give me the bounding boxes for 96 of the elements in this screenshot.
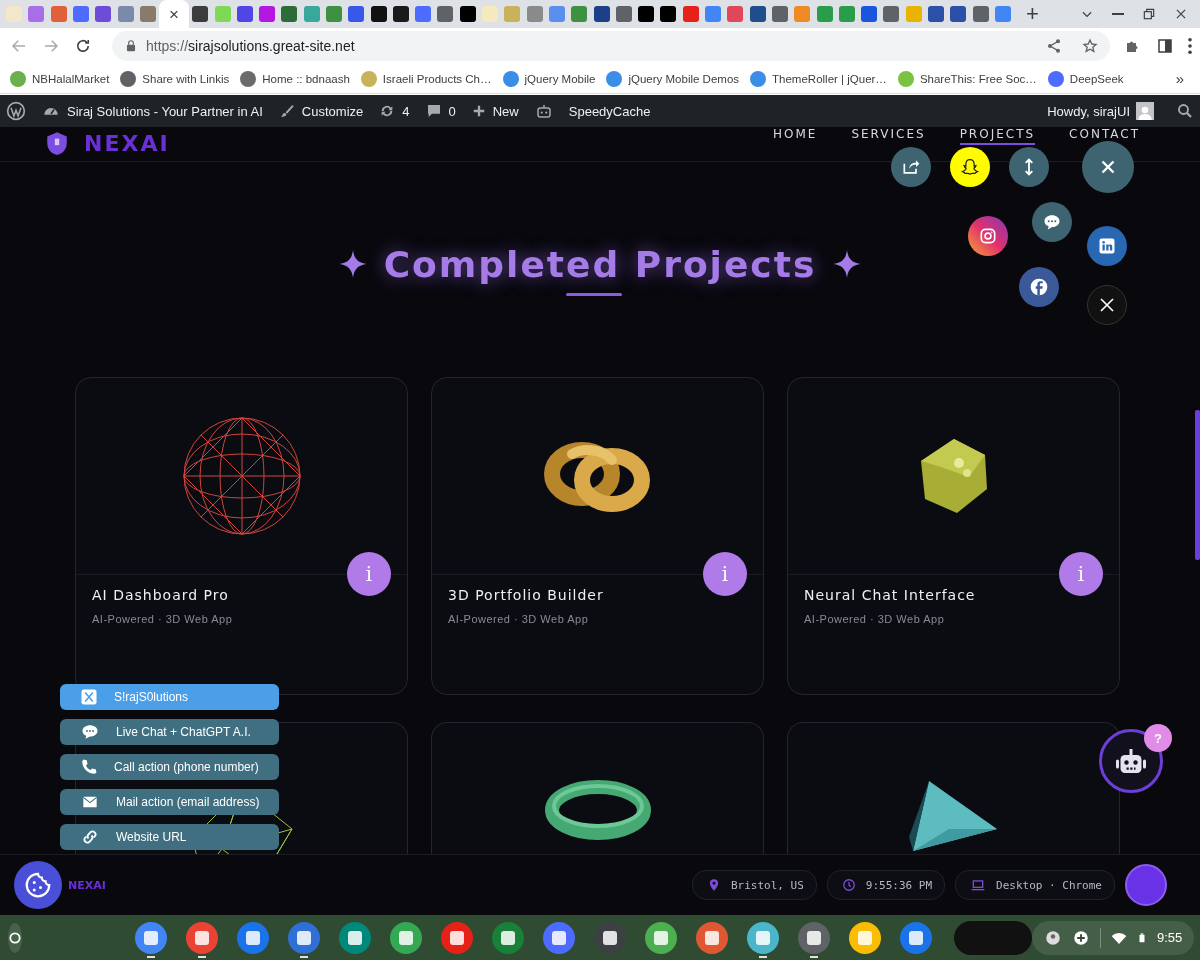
- project-tags: AI-Powered · 3D Web App: [448, 613, 747, 625]
- in-logo-icon: [1098, 237, 1116, 255]
- new-content-link[interactable]: New: [471, 103, 519, 119]
- cookie-button[interactable]: [14, 861, 62, 909]
- project-tags: AI-Powered · 3D Web App: [92, 613, 391, 625]
- project-title: AI Dashboard Pro: [92, 587, 230, 603]
- bookmark[interactable]: Share with Linkis: [120, 70, 230, 87]
- social-button[interactable]: [968, 216, 1008, 256]
- laptop-icon: [970, 878, 987, 892]
- contact-button[interactable]: Mail action (email address): [60, 789, 279, 815]
- wordpress-logo-icon: [6, 101, 26, 121]
- phone-icon: [80, 758, 98, 776]
- minimize-icon: [1112, 13, 1124, 15]
- share-icon: [1046, 38, 1062, 54]
- social-button[interactable]: [1087, 226, 1127, 266]
- star-icon: [1082, 38, 1098, 54]
- social-button[interactable]: [1032, 202, 1072, 242]
- project-title: Neural Chat Interface: [804, 587, 977, 603]
- more-vertical-icon: [1188, 37, 1192, 55]
- footer-logo: NEXAI: [68, 878, 106, 892]
- plus-icon: [471, 104, 486, 118]
- bookmark[interactable]: NBHalalMarket: [10, 70, 110, 87]
- nav-link[interactable]: CONTACT: [1069, 127, 1140, 145]
- scrollbar-thumb[interactable]: [1195, 410, 1200, 560]
- clock-time: 9:55: [1157, 930, 1183, 945]
- contact-button[interactable]: Website URL: [60, 824, 279, 850]
- account-link[interactable]: Howdy, sirajUI: [1047, 103, 1130, 119]
- project-card[interactable]: [787, 722, 1120, 854]
- social-button[interactable]: [891, 147, 931, 187]
- social-button[interactable]: [1087, 285, 1127, 325]
- nav-link[interactable]: SERVICES: [851, 127, 926, 145]
- bookmark[interactable]: Home :: bdnaash: [240, 70, 350, 87]
- cookie-icon: [23, 870, 53, 900]
- clock-icon: [841, 878, 856, 892]
- location-text: Bristol, US: [730, 878, 804, 892]
- avatar-icon: [1044, 928, 1062, 947]
- updates-link[interactable]: 4: [379, 103, 410, 119]
- url-text: https://sirajsolutions.great-site.net: [146, 38, 355, 54]
- forward-arrow-icon: [42, 37, 60, 55]
- customize-link[interactable]: Customize: [278, 103, 364, 119]
- new-tab-button[interactable]: +: [1018, 3, 1047, 25]
- reload-icon: [74, 37, 92, 55]
- add-circle-icon: [1072, 928, 1090, 947]
- more-bookmarks-button[interactable]: »: [1169, 69, 1190, 88]
- robot-icon: [534, 102, 553, 120]
- camera-icon: [978, 226, 998, 246]
- restore-icon: [1142, 7, 1156, 21]
- cache-plugin-link[interactable]: SpeedyCache: [568, 103, 651, 119]
- site-name-link[interactable]: Siraj Solutions - Your Partner in AI: [42, 102, 263, 120]
- nav-link[interactable]: HOME: [773, 127, 818, 145]
- bookmark[interactable]: ShareThis: Free Soc…: [897, 70, 1037, 87]
- device-text: Desktop · Chrome: [996, 878, 1102, 892]
- close-icon: [1174, 7, 1188, 21]
- bookmark[interactable]: ThemeRoller | jQuer…: [750, 70, 887, 87]
- search-icon: [1176, 102, 1194, 120]
- bookmark[interactable]: Israeli Products Ch…: [360, 70, 492, 87]
- bookmark[interactable]: jQuery Mobile: [502, 70, 596, 87]
- browser-tab[interactable]: ×: [159, 0, 190, 28]
- address-bar[interactable]: https://sirajsolutions.great-site.net: [112, 31, 1110, 61]
- social-button[interactable]: [1009, 147, 1049, 187]
- project-card[interactable]: Neural Chat Interface AI-Powered · 3D Web App i: [787, 377, 1120, 695]
- x-logo-icon: [80, 688, 98, 706]
- social-button[interactable]: [1019, 267, 1059, 307]
- nav-link[interactable]: PROJECTS: [959, 127, 1036, 145]
- envelope-icon: [80, 794, 100, 810]
- back-arrow-icon: [10, 37, 28, 55]
- x-logo-icon: [1098, 296, 1116, 314]
- help-badge: ?: [1144, 724, 1172, 752]
- ghost-icon: [960, 157, 980, 177]
- time-text: 9:55:36 PM: [865, 878, 933, 892]
- round-button[interactable]: [1125, 864, 1167, 906]
- side-panel-icon: [1156, 37, 1174, 55]
- project-tags: AI-Powered · 3D Web App: [804, 613, 1103, 625]
- brush-icon: [278, 103, 295, 119]
- status-tray[interactable]: 9:55: [1032, 920, 1195, 955]
- chat-bubble-icon: [80, 723, 100, 741]
- close-button[interactable]: [1082, 141, 1134, 193]
- project-card[interactable]: [431, 722, 764, 854]
- comments-link[interactable]: 0: [425, 103, 456, 119]
- circle-icon: [8, 930, 22, 945]
- contact-button[interactable]: Call action (phone number): [60, 754, 279, 780]
- project-title: 3D Portfolio Builder: [448, 587, 605, 603]
- chain-link-icon: [80, 828, 100, 846]
- bookmark[interactable]: jQuery Mobile Demos: [606, 70, 740, 87]
- launcher-button[interactable]: [8, 922, 22, 953]
- comment-bubble-icon: [425, 103, 442, 119]
- social-button[interactable]: [950, 147, 990, 187]
- section-title: Completed Projects: [383, 243, 817, 285]
- chat-bubble-icon: [1042, 212, 1062, 232]
- project-card[interactable]: 3D Portfolio Builder AI-Powered · 3D Web App i: [431, 377, 764, 695]
- shield-logo-icon: [44, 129, 70, 157]
- contact-button[interactable]: Live Chat + ChatGPT A.I.: [60, 719, 279, 745]
- window-thumbnails[interactable]: [954, 920, 1032, 955]
- f-logo-icon: [1029, 277, 1049, 297]
- bookmark[interactable]: DeepSeek: [1047, 70, 1124, 87]
- lock-icon: [124, 39, 138, 53]
